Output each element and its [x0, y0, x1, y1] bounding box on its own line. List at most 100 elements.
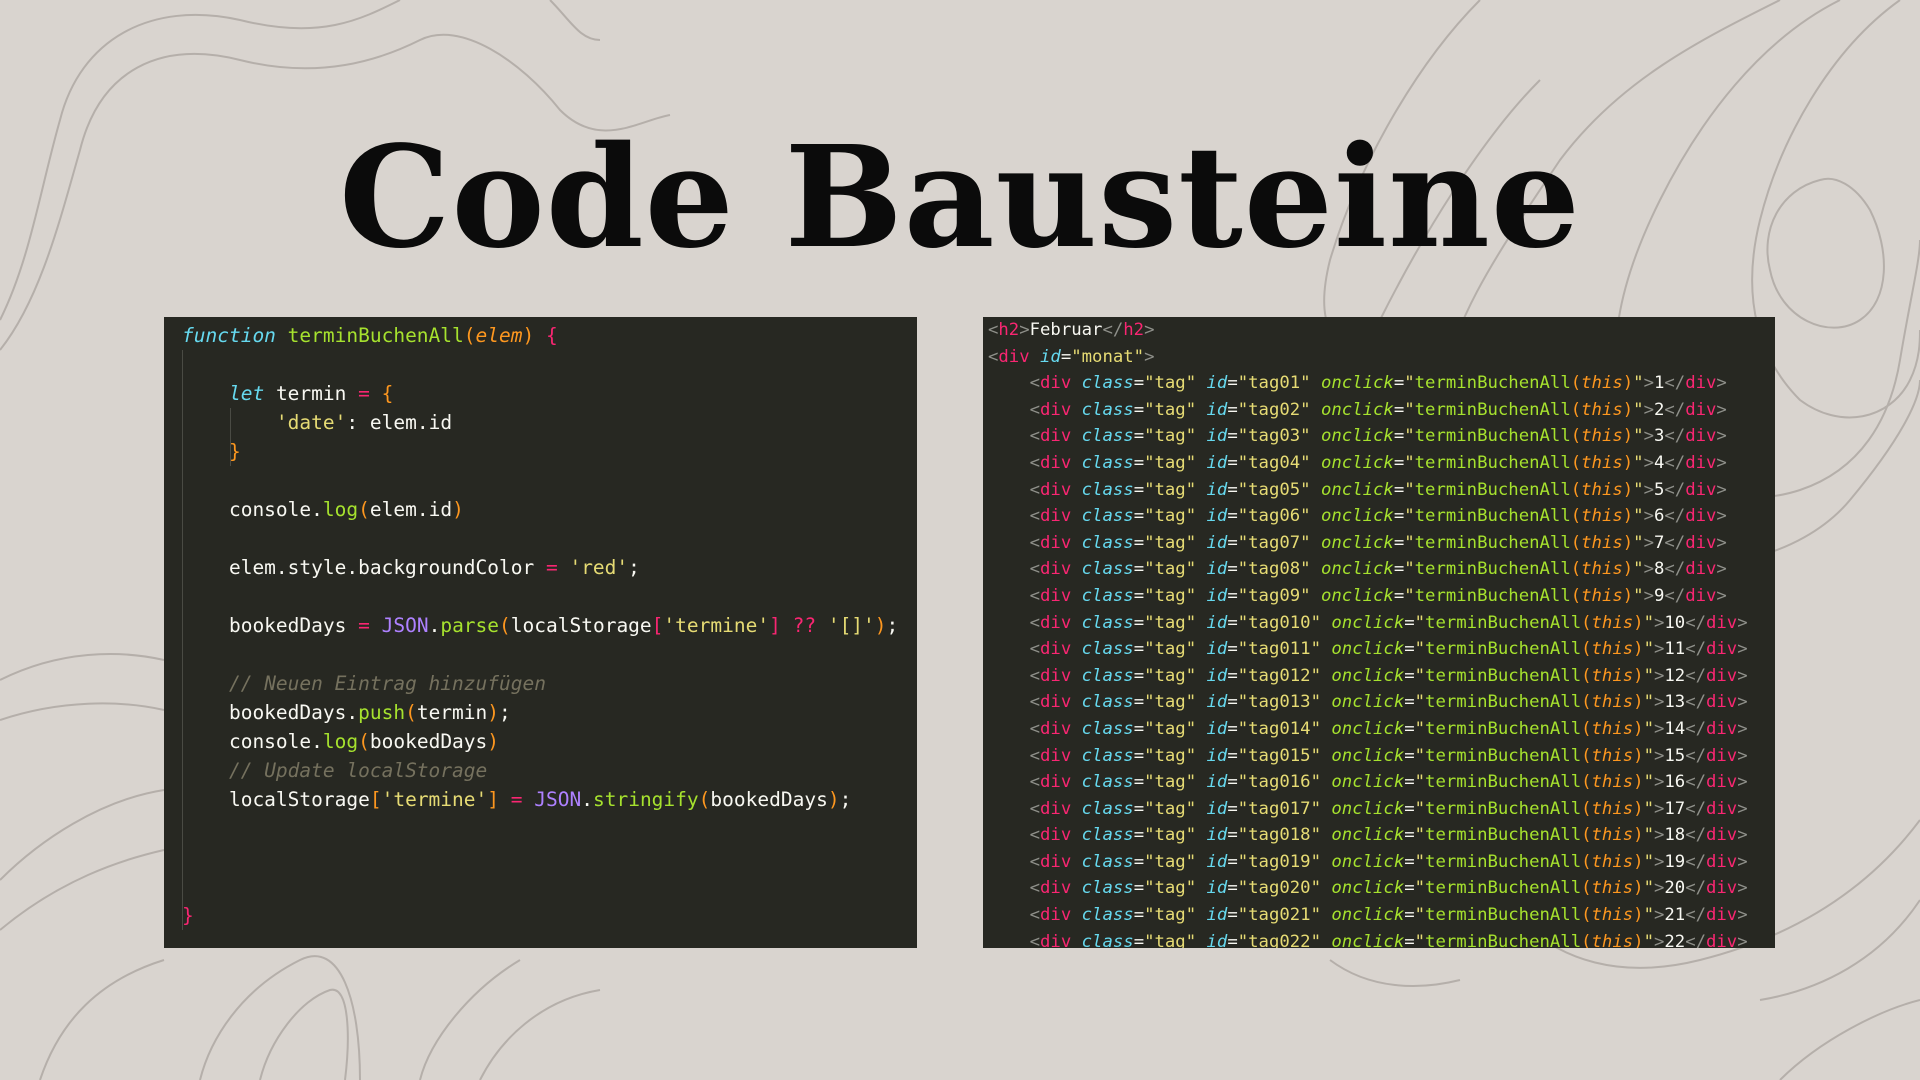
code-token: ": [1633, 559, 1644, 580]
code-token: 22: [1664, 931, 1686, 948]
code-token: <: [1029, 639, 1041, 660]
code-token: [: [369, 788, 382, 811]
code-token: this: [1591, 878, 1634, 899]
code-token: ": [1643, 692, 1654, 713]
code-token: >: [1144, 320, 1155, 340]
code-token: ): [1633, 931, 1644, 948]
code-token: div: [1040, 665, 1072, 686]
code-token: ": [1414, 798, 1426, 819]
code-token: ": [1643, 878, 1654, 899]
code-token: class: [1081, 506, 1134, 527]
code-token: =: [1133, 798, 1145, 819]
code-token: 14: [1664, 718, 1686, 739]
code-line: <div class="tag" id="tag05" onclick="ter…: [988, 477, 1748, 504]
code-token: JSON: [381, 614, 429, 637]
code-token: ): [1622, 452, 1634, 473]
code-token: this: [1581, 506, 1623, 527]
javascript-code-block: function terminBuchenAll(elem) { let ter…: [182, 321, 898, 930]
code-token: <: [988, 320, 999, 340]
code-token: =: [1133, 665, 1145, 686]
code-token: ": [1643, 745, 1654, 766]
code-token: =: [1393, 426, 1405, 447]
code-token: div: [1706, 612, 1738, 633]
code-token: =: [1404, 931, 1415, 948]
code-token: ;: [839, 788, 852, 811]
code-token: =: [1133, 373, 1145, 394]
code-token: (: [1581, 772, 1592, 793]
code-token: "monat": [1071, 346, 1145, 367]
code-token: div: [1040, 639, 1072, 660]
code-token: terminBuchenAll: [1414, 585, 1571, 606]
code-line: <div class="tag" id="tag012" onclick="te…: [988, 663, 1748, 690]
code-token: ": [1643, 665, 1654, 686]
code-token: <: [1029, 399, 1041, 420]
code-token: (: [1581, 745, 1592, 766]
code-token: "tag07": [1237, 532, 1311, 553]
code-token: stringify: [592, 788, 699, 811]
code-token: ): [827, 788, 840, 811]
code-token: =: [1393, 559, 1405, 580]
code-token: =: [1393, 585, 1405, 606]
code-token: =: [1404, 745, 1415, 766]
code-token: <: [1029, 851, 1041, 872]
code-token: div: [1706, 718, 1738, 739]
code-token: 4: [1653, 452, 1665, 473]
code-token: ): [487, 701, 500, 724]
code-token: </: [1664, 373, 1686, 394]
code-token: (: [1570, 452, 1582, 473]
code-token: >: [1737, 639, 1748, 660]
code-token: onclick: [1321, 426, 1394, 447]
code-line: function terminBuchenAll(elem) {: [182, 321, 898, 350]
code-token: class: [1081, 426, 1134, 447]
code-token: </: [1685, 718, 1706, 739]
code-token: class: [1081, 878, 1134, 899]
code-token: </: [1685, 665, 1706, 686]
code-token: ): [1622, 532, 1634, 553]
code-token: onclick: [1321, 452, 1394, 473]
code-token: =: [1404, 905, 1415, 926]
code-token: class: [1081, 692, 1134, 713]
code-token: terminBuchenAll: [1414, 506, 1571, 527]
slide-title: Code Bausteine: [339, 116, 1581, 280]
code-token: id: [1206, 479, 1228, 500]
code-token: id: [1206, 532, 1228, 553]
code-token: onclick: [1321, 479, 1394, 500]
code-token: ": [1404, 399, 1415, 420]
code-token: =: [1133, 559, 1145, 580]
code-token: ): [874, 614, 887, 637]
code-line: <div class="tag" id="tag09" onclick="ter…: [988, 583, 1748, 610]
code-token: ": [1404, 506, 1415, 527]
code-token: this: [1591, 851, 1634, 872]
code-token: terminBuchenAll: [1425, 878, 1582, 899]
code-token: "tag": [1144, 585, 1197, 606]
code-token: >: [1653, 825, 1665, 846]
code-token: >: [1716, 373, 1727, 394]
code-token: >: [1737, 692, 1748, 713]
code-token: 18: [1664, 825, 1686, 846]
code-token: =: [1404, 772, 1415, 793]
code-token: >: [1643, 426, 1654, 447]
code-line: 'date': elem.id: [182, 408, 898, 437]
code-token: "tag017": [1237, 798, 1321, 819]
code-token: ;: [628, 556, 640, 579]
